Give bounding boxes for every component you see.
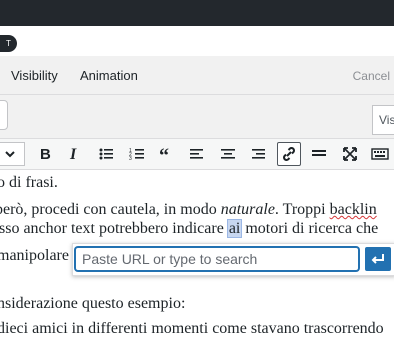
link-popup (72, 243, 394, 276)
enter-icon (371, 254, 384, 264)
cancel-button[interactable]: Cancel (353, 69, 390, 83)
left-input-field[interactable] (0, 100, 8, 130)
chevron-down-icon (5, 151, 15, 158)
visibility-field[interactable]: Vis (372, 105, 394, 135)
block-label-pill[interactable]: T (0, 35, 17, 52)
bold-icon: B (40, 146, 51, 162)
fullscreen-button[interactable] (339, 143, 361, 165)
svg-text:I: I (69, 146, 77, 162)
align-left-icon (190, 149, 203, 159)
align-left-button[interactable] (186, 143, 208, 165)
paragraph-line: manipolare (0, 247, 69, 264)
svg-text:B: B (40, 146, 51, 162)
bold-button[interactable]: B (34, 143, 56, 165)
svg-text:3: 3 (129, 156, 132, 162)
url-input[interactable] (75, 247, 359, 271)
format-dropdown[interactable] (0, 142, 25, 166)
keyboard-icon (371, 148, 389, 160)
paragraph-line: nsiderazione questo esempio: (0, 295, 186, 312)
editor-toolbar: B I 1 2 3 “ (0, 139, 394, 170)
tab-visibility[interactable]: Visibility (11, 68, 58, 83)
block-label-text: T (6, 39, 11, 48)
text-editor: B I 1 2 3 “ o di frasi. però, procedi co… (0, 138, 394, 337)
link-icon (283, 147, 295, 161)
blockquote-button[interactable]: “ (156, 143, 178, 165)
tab-bar: Visibility Animation Cancel (0, 56, 394, 95)
align-right-button[interactable] (247, 143, 269, 165)
paragraph-line: o di frasi. (0, 174, 58, 191)
bullet-list-button[interactable] (95, 143, 117, 165)
paragraph-line: sso anchor text potrebbero indicare ai m… (0, 219, 379, 238)
bullet-list-icon (99, 148, 113, 160)
blockquote-icon: “ (159, 146, 169, 162)
italic-icon: I (69, 146, 77, 162)
align-center-button[interactable] (217, 143, 239, 165)
italic-button[interactable]: I (63, 143, 85, 165)
align-center-icon (221, 149, 235, 159)
svg-text:“: “ (159, 146, 169, 162)
numbered-list-icon: 1 2 3 (129, 148, 144, 162)
apply-link-button[interactable] (365, 247, 391, 271)
numbered-list-button[interactable]: 1 2 3 (126, 143, 148, 165)
tab-animation[interactable]: Animation (80, 68, 138, 83)
header-strip (0, 26, 394, 56)
horizontal-rule-button[interactable] (308, 143, 330, 165)
selected-anchor-text: ai (226, 219, 243, 238)
toolbar-toggle-button[interactable] (369, 143, 391, 165)
align-right-icon (252, 149, 265, 159)
admin-top-bar (0, 0, 394, 26)
settings-panel: Visibility Animation Cancel Vis B I 1 2 … (0, 56, 394, 337)
horizontal-rule-icon (312, 150, 326, 156)
paragraph-line: però, procedi con cautela, in modo natur… (0, 201, 377, 218)
fullscreen-icon (343, 147, 357, 161)
link-button[interactable] (277, 142, 301, 166)
paragraph-line: dieci amici in differenti momenti come s… (0, 320, 384, 337)
